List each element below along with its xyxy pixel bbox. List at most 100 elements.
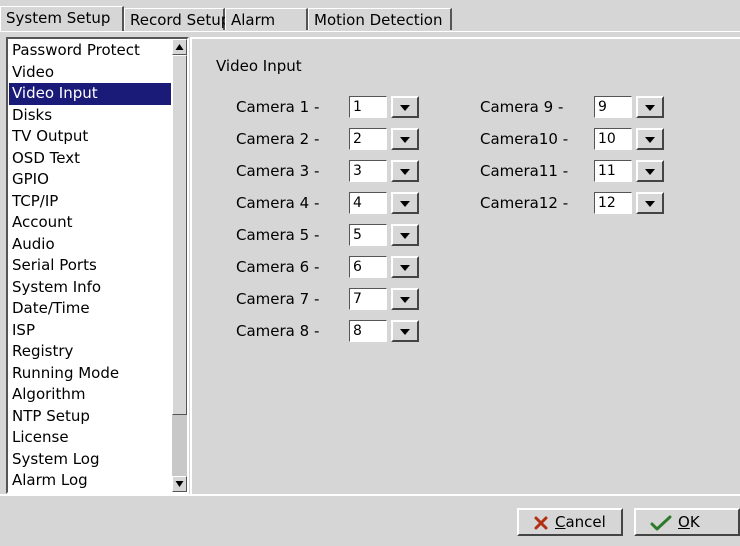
scroll-down-button[interactable] <box>172 476 187 492</box>
camera-input-select[interactable]: 4 <box>349 192 419 214</box>
camera-input-select[interactable]: 10 <box>594 128 664 150</box>
camera-row: Camera 9 - 9 <box>480 96 666 118</box>
sidebar-item[interactable]: Audio <box>9 234 171 256</box>
tab-record-setup[interactable]: Record Setup <box>124 8 230 30</box>
sidebar-item[interactable]: License <box>9 427 171 449</box>
chevron-down-icon <box>400 329 410 335</box>
camera-row: Camera 3 - 3 <box>236 160 421 182</box>
chevron-down-icon <box>400 201 410 207</box>
camera-input-select[interactable]: 8 <box>349 320 419 342</box>
ok-button[interactable]: OK <box>634 508 740 536</box>
dropdown-button[interactable] <box>391 96 419 118</box>
camera-input-select[interactable]: 11 <box>594 160 664 182</box>
chevron-down-icon <box>400 137 410 143</box>
dropdown-button[interactable] <box>391 256 419 278</box>
camera-row: Camera 1 - 1 <box>236 96 421 118</box>
dropdown-button[interactable] <box>636 128 664 150</box>
dropdown-button[interactable] <box>391 160 419 182</box>
chevron-down-icon <box>400 265 410 271</box>
vertical-scrollbar[interactable] <box>172 39 187 492</box>
cancel-label: Cancel <box>555 513 606 531</box>
camera-row: Camera 5 - 5 <box>236 224 421 246</box>
camera-label: Camera 4 - <box>236 194 320 212</box>
sidebar-item[interactable]: NTP Setup <box>9 406 171 428</box>
tab-label: Alarm <box>231 11 276 29</box>
sidebar-item[interactable]: Date/Time <box>9 298 171 320</box>
chevron-down-icon <box>645 137 655 143</box>
panel-title: Video Input <box>216 57 302 75</box>
camera-row: Camera 4 - 4 <box>236 192 421 214</box>
dropdown-button[interactable] <box>391 224 419 246</box>
camera-label: Camera 5 - <box>236 226 320 244</box>
camera-input-select[interactable]: 7 <box>349 288 419 310</box>
dropdown-button[interactable] <box>636 192 664 214</box>
scroll-thumb[interactable] <box>172 55 187 415</box>
camera-label: Camera 3 - <box>236 162 320 180</box>
camera-label: Camera 7 - <box>236 290 320 308</box>
camera-label: Camera11 - <box>480 162 569 180</box>
select-value[interactable]: 11 <box>594 160 632 182</box>
camera-label: Camera 1 - <box>236 98 320 116</box>
camera-input-select[interactable]: 3 <box>349 160 419 182</box>
select-value[interactable]: 8 <box>349 320 387 342</box>
camera-input-select[interactable]: 1 <box>349 96 419 118</box>
tab-bar: System Setup Record Setup Alarm Motion D… <box>0 0 740 34</box>
sidebar-item[interactable]: System Log <box>9 449 171 471</box>
tab-motion-detection[interactable]: Motion Detection <box>308 8 452 30</box>
tab-divider <box>0 31 740 32</box>
select-value[interactable]: 5 <box>349 224 387 246</box>
camera-row: Camera 7 - 7 <box>236 288 421 310</box>
select-value[interactable]: 10 <box>594 128 632 150</box>
chevron-down-icon <box>400 297 410 303</box>
sidebar-item[interactable]: ISP <box>9 320 171 342</box>
settings-list-items: Password Protect Video Video Input Disks TV … <box>9 40 171 491</box>
sidebar-item[interactable]: OSD Text <box>9 148 171 170</box>
camera-input-select[interactable]: 2 <box>349 128 419 150</box>
sidebar-item[interactable]: TCP/IP <box>9 191 171 213</box>
tab-system-setup[interactable]: System Setup <box>0 6 124 32</box>
camera-label: Camera10 - <box>480 130 569 148</box>
scroll-up-button[interactable] <box>172 39 187 55</box>
sidebar-item[interactable]: GPIO <box>9 169 171 191</box>
camera-label: Camera 2 - <box>236 130 320 148</box>
sidebar-item[interactable]: TV Output <box>9 126 171 148</box>
camera-input-select[interactable]: 12 <box>594 192 664 214</box>
sidebar-item[interactable]: Video <box>9 62 171 84</box>
sidebar-item[interactable]: Registry <box>9 341 171 363</box>
camera-row: Camera11 - 11 <box>480 160 666 182</box>
camera-label: Camera 8 - <box>236 322 320 340</box>
footer-divider <box>0 494 740 496</box>
dropdown-button[interactable] <box>391 320 419 342</box>
dropdown-button[interactable] <box>391 128 419 150</box>
sidebar-item[interactable]: Running Mode <box>9 363 171 385</box>
sidebar-item[interactable]: Alarm Log <box>9 470 171 491</box>
sidebar-item[interactable]: Disks <box>9 105 171 127</box>
select-value[interactable]: 4 <box>349 192 387 214</box>
select-value[interactable]: 12 <box>594 192 632 214</box>
select-value[interactable]: 2 <box>349 128 387 150</box>
x-icon <box>534 516 548 530</box>
select-value[interactable]: 7 <box>349 288 387 310</box>
camera-row: Camera12 - 12 <box>480 192 666 214</box>
video-input-panel: Video Input Camera 1 - 1 Camera 2 - 2 Camera… <box>190 37 740 494</box>
cancel-button[interactable]: Cancel <box>517 508 623 536</box>
sidebar-item[interactable]: System Info <box>9 277 171 299</box>
dropdown-button[interactable] <box>636 160 664 182</box>
camera-input-select[interactable]: 9 <box>594 96 664 118</box>
dropdown-button[interactable] <box>391 192 419 214</box>
sidebar-item[interactable]: Serial Ports <box>9 255 171 277</box>
sidebar-item[interactable]: Password Protect <box>9 40 171 62</box>
select-value[interactable]: 9 <box>594 96 632 118</box>
camera-input-select[interactable]: 6 <box>349 256 419 278</box>
dropdown-button[interactable] <box>636 96 664 118</box>
sidebar-item[interactable]: Video Input <box>9 83 171 105</box>
tab-alarm[interactable]: Alarm <box>225 8 308 30</box>
select-value[interactable]: 6 <box>349 256 387 278</box>
arrow-down-icon <box>175 481 184 487</box>
dropdown-button[interactable] <box>391 288 419 310</box>
sidebar-item[interactable]: Algorithm <box>9 384 171 406</box>
sidebar-item[interactable]: Account <box>9 212 171 234</box>
camera-input-select[interactable]: 5 <box>349 224 419 246</box>
select-value[interactable]: 3 <box>349 160 387 182</box>
select-value[interactable]: 1 <box>349 96 387 118</box>
